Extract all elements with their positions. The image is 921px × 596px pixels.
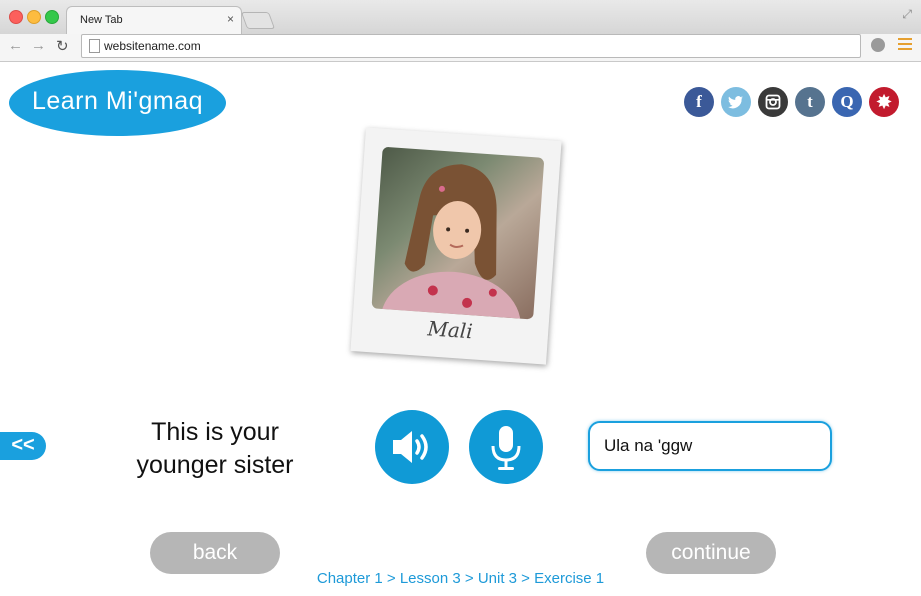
microphone-icon [491,426,521,470]
previous-arrow-button[interactable]: << [0,432,46,460]
record-voice-button[interactable] [469,410,543,484]
instagram-icon[interactable] [758,87,788,117]
minimize-window-button[interactable] [27,10,41,24]
breadcrumb[interactable]: Chapter 1 > Lesson 3 > Unit 3 > Exercise… [0,570,921,587]
twitter-icon[interactable] [721,87,751,117]
zoom-window-button[interactable] [45,10,59,24]
continue-button[interactable]: continue [646,532,776,574]
tumblr-icon[interactable]: t [795,87,825,117]
browser-tab-bar: New Tab × ⤢ [0,0,921,35]
site-logo[interactable]: Learn Mi'gmaq [9,70,226,136]
photo-card: Mali [350,127,562,365]
play-audio-button[interactable] [375,410,449,484]
reload-icon[interactable]: ↻ [56,37,69,55]
prompt-line-2: younger sister [136,451,294,479]
browser-toolbar: ← → ↻ websitename.com [0,34,921,62]
back-button[interactable]: back [150,532,280,574]
tab-close-icon[interactable]: × [227,12,234,26]
forward-arrow-icon[interactable]: → [31,37,46,54]
logo-text: Learn Mi'gmaq [31,87,204,115]
fullscreen-icon[interactable]: ⤢ [902,7,912,22]
menu-icon[interactable] [898,38,912,53]
back-arrow-icon[interactable]: ← [8,37,23,54]
browser-tab[interactable]: New Tab × [66,6,242,35]
prompt-text: This is your younger sister [120,416,310,482]
girl-photo [371,146,545,320]
star-emblem-icon[interactable]: ✸ [869,87,899,117]
close-window-button[interactable] [9,10,23,24]
answer-input[interactable] [588,421,832,471]
url-text[interactable]: websitename.com [104,39,201,53]
new-tab-button[interactable] [240,12,276,29]
speaker-icon [393,431,428,463]
address-bar[interactable]: websitename.com [81,34,861,58]
prompt-line-1: This is your [151,418,279,446]
page-icon [89,39,100,53]
quora-icon[interactable]: Q [832,87,862,117]
tab-title: New Tab [80,14,123,26]
facebook-icon[interactable]: f [684,87,714,117]
extension-icon[interactable] [871,38,885,52]
